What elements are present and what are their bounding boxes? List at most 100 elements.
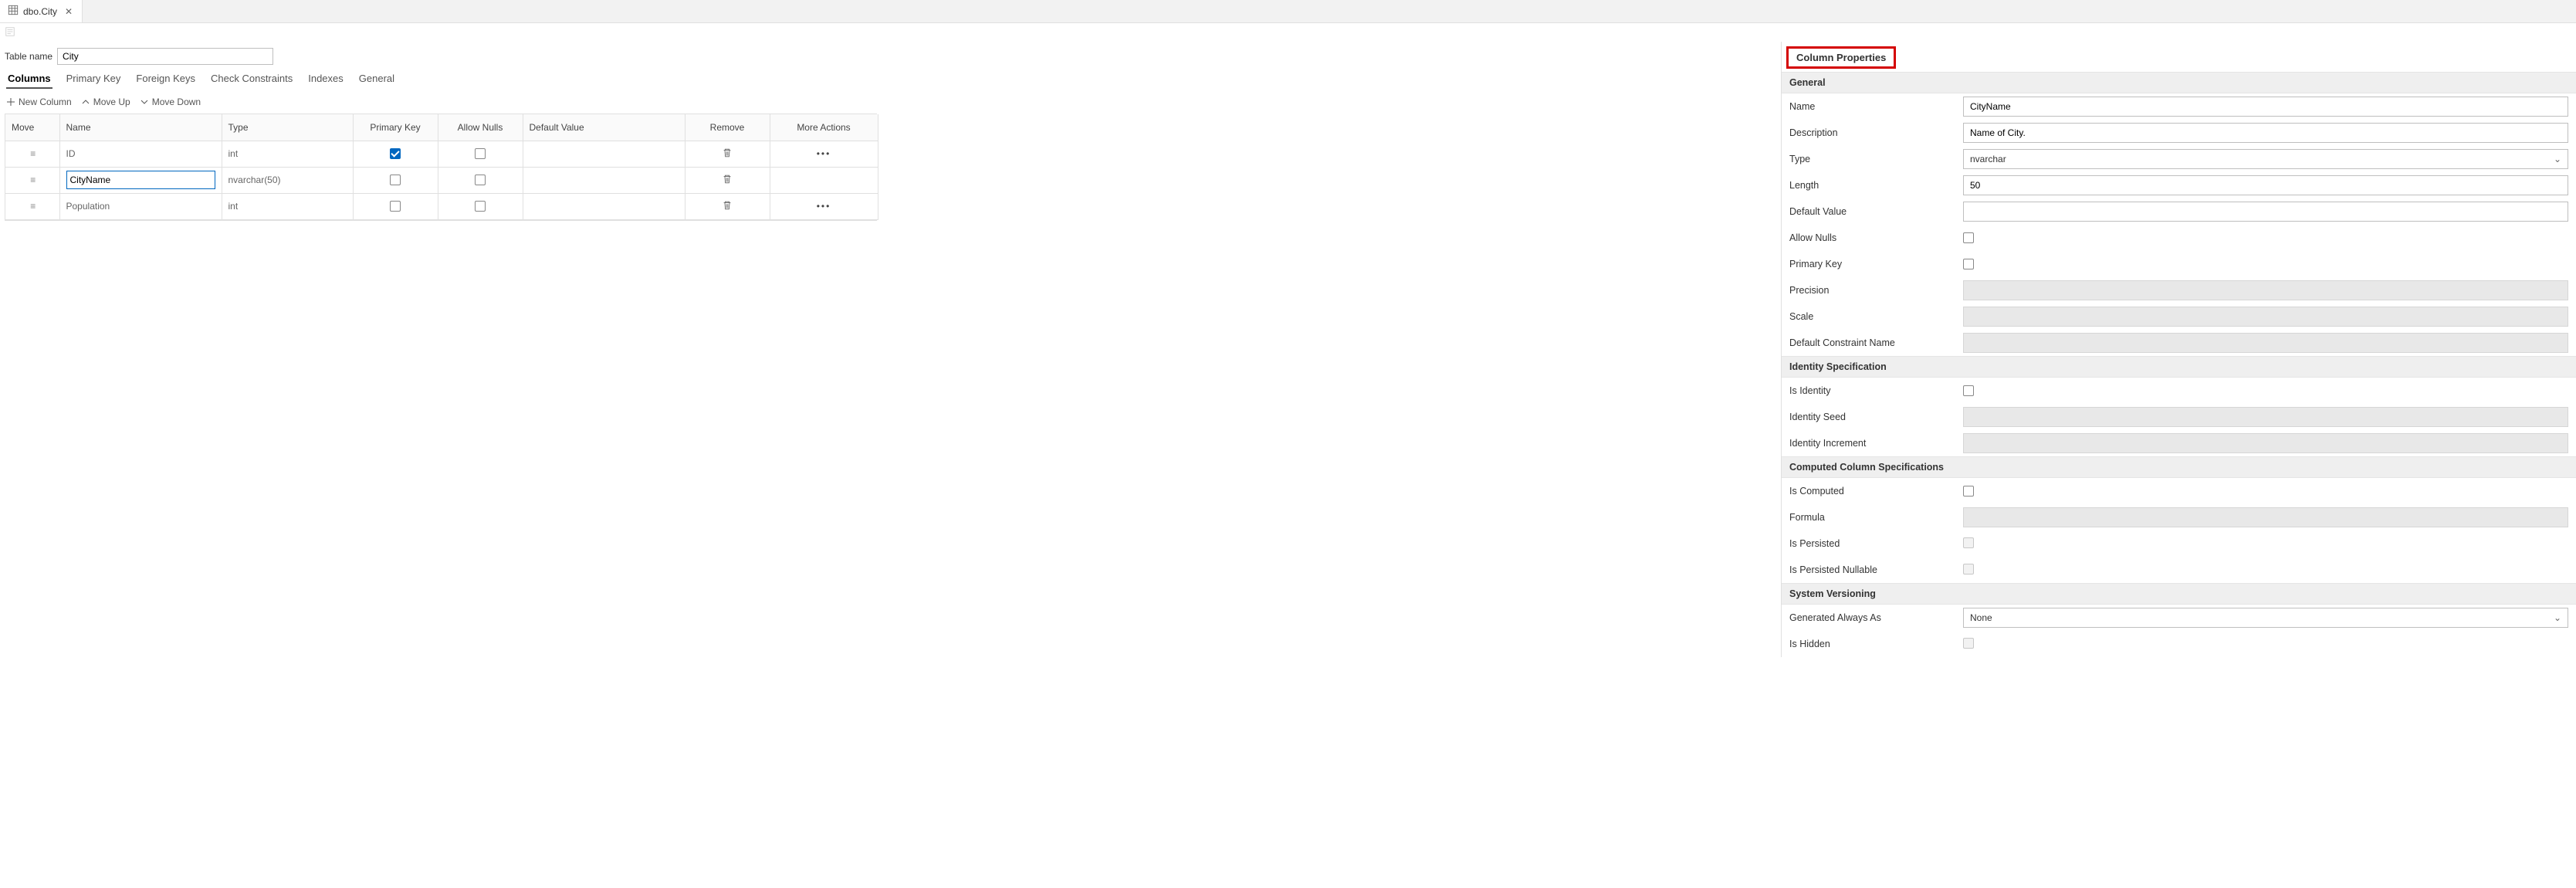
prop-row-name: Name <box>1782 93 2576 120</box>
prop-allowNulls-checkbox[interactable] <box>1963 232 1974 243</box>
delete-icon[interactable] <box>722 150 733 161</box>
column-name[interactable]: ID <box>66 148 76 159</box>
prop-row-isComputed: Is Computed <box>1782 478 2576 504</box>
more-actions-icon[interactable]: ••• <box>817 201 831 212</box>
prop-isPersistedNull-checkbox <box>1963 564 1974 574</box>
table-name-input[interactable] <box>57 48 273 65</box>
prop-name-input[interactable] <box>1963 97 2568 117</box>
hdr-name: Name <box>59 114 222 141</box>
prop-identityInc-input <box>1963 433 2568 453</box>
section-computed: Computed Column Specifications <box>1782 456 2576 478</box>
prop-row-description: Description <box>1782 120 2576 146</box>
editor-toolbar <box>0 23 2576 42</box>
prop-type-label: Type <box>1789 154 1963 164</box>
drag-handle-icon[interactable]: ≡ <box>30 148 34 159</box>
prop-row-formula: Formula <box>1782 504 2576 530</box>
prop-row-isPersistedNull: Is Persisted Nullable <box>1782 557 2576 583</box>
prop-description-label: Description <box>1789 127 1963 138</box>
close-icon[interactable]: ✕ <box>62 5 76 19</box>
allownulls-checkbox[interactable] <box>475 175 486 185</box>
drag-handle-icon[interactable]: ≡ <box>30 175 34 185</box>
section-identity: Identity Specification <box>1782 356 2576 378</box>
designer-tabs: Columns Primary Key Foreign Keys Check C… <box>5 69 1776 89</box>
prop-genAlwaysAs-select[interactable]: None⌄ <box>1963 608 2568 628</box>
prop-identitySeed-label: Identity Seed <box>1789 412 1963 422</box>
prop-precision-label: Precision <box>1789 285 1963 296</box>
panel-title: Column Properties <box>1786 46 1896 69</box>
prop-row-scale: Scale <box>1782 303 2576 330</box>
hdr-type: Type <box>222 114 353 141</box>
column-type[interactable]: nvarchar(50) <box>228 175 281 185</box>
pk-checkbox[interactable] <box>390 148 401 159</box>
prop-row-identityInc: Identity Increment <box>1782 430 2576 456</box>
column-name-input[interactable] <box>66 171 215 189</box>
column-type[interactable]: int <box>228 201 239 212</box>
hdr-default: Default Value <box>523 114 685 141</box>
designer-pane: Table name Columns Primary Key Foreign K… <box>0 42 1781 657</box>
pk-checkbox[interactable] <box>390 175 401 185</box>
prop-description-input[interactable] <box>1963 123 2568 143</box>
allownulls-checkbox[interactable] <box>475 201 486 212</box>
delete-icon[interactable] <box>722 176 733 187</box>
prop-identitySeed-input <box>1963 407 2568 427</box>
hdr-allownulls: Allow Nulls <box>438 114 523 141</box>
prop-isComputed-label: Is Computed <box>1789 486 1963 497</box>
script-icon[interactable] <box>5 26 15 39</box>
prop-row-length: Length <box>1782 172 2576 198</box>
column-type[interactable]: int <box>228 148 239 159</box>
prop-isIdentity-checkbox[interactable] <box>1963 385 1974 396</box>
table-icon <box>8 5 19 18</box>
prop-row-isPersisted: Is Persisted <box>1782 530 2576 557</box>
column-toolbar: New Column Move Up Move Down <box>5 93 1776 114</box>
delete-icon[interactable] <box>722 202 733 213</box>
columns-grid: Move Name Type Primary Key Allow Nulls D… <box>5 114 877 221</box>
pk-checkbox[interactable] <box>390 201 401 212</box>
prop-formula-label: Formula <box>1789 512 1963 523</box>
prop-length-input[interactable] <box>1963 175 2568 195</box>
move-up-button[interactable]: Move Up <box>81 97 130 107</box>
table-row[interactable]: ≡ Population int ••• <box>5 193 878 219</box>
allownulls-checkbox[interactable] <box>475 148 486 159</box>
prop-row-genAlwaysAs: Generated Always As None⌄ <box>1782 605 2576 631</box>
table-row[interactable]: ≡ ID int ••• <box>5 141 878 167</box>
tab-foreign-keys[interactable]: Foreign Keys <box>134 69 197 89</box>
tab-general[interactable]: General <box>357 69 396 89</box>
tab-check-constraints[interactable]: Check Constraints <box>209 69 294 89</box>
prop-scale-label: Scale <box>1789 311 1963 322</box>
hdr-move: Move <box>5 114 59 141</box>
prop-defConstraint-label: Default Constraint Name <box>1789 337 1963 348</box>
prop-name-label: Name <box>1789 101 1963 112</box>
grid-header-row: Move Name Type Primary Key Allow Nulls D… <box>5 114 878 141</box>
prop-isIdentity-label: Is Identity <box>1789 385 1963 396</box>
prop-defaultValue-input[interactable] <box>1963 202 2568 222</box>
prop-primaryKey-checkbox[interactable] <box>1963 259 1974 269</box>
hdr-more: More Actions <box>770 114 878 141</box>
prop-defaultValue-label: Default Value <box>1789 206 1963 217</box>
prop-primaryKey-label: Primary Key <box>1789 259 1963 269</box>
prop-genAlwaysAs-label: Generated Always As <box>1789 612 1963 623</box>
prop-isHidden-label: Is Hidden <box>1789 639 1963 649</box>
properties-pane: Column Properties General Name Descripti… <box>1781 42 2576 657</box>
drag-handle-icon[interactable]: ≡ <box>30 201 34 212</box>
prop-isComputed-checkbox[interactable] <box>1963 486 1974 497</box>
table-row[interactable]: ≡ nvarchar(50) <box>5 167 878 193</box>
move-down-label: Move Down <box>152 97 201 107</box>
hdr-remove: Remove <box>685 114 770 141</box>
prop-scale-input <box>1963 307 2568 327</box>
more-actions-icon[interactable]: ••• <box>817 148 831 159</box>
section-version: System Versioning <box>1782 583 2576 605</box>
tab-primary-key[interactable]: Primary Key <box>65 69 123 89</box>
prop-isHidden-checkbox <box>1963 638 1974 649</box>
tab-indexes[interactable]: Indexes <box>306 69 345 89</box>
prop-identityInc-label: Identity Increment <box>1789 438 1963 449</box>
new-column-button[interactable]: New Column <box>6 97 72 107</box>
prop-row-isIdentity: Is Identity <box>1782 378 2576 404</box>
prop-type-select[interactable]: nvarchar⌄ <box>1963 149 2568 169</box>
prop-allowNulls-label: Allow Nulls <box>1789 232 1963 243</box>
move-down-button[interactable]: Move Down <box>140 97 201 107</box>
chevron-down-icon: ⌄ <box>2554 154 2561 164</box>
column-name[interactable]: Population <box>66 201 110 212</box>
tab-dbo-city[interactable]: dbo.City ✕ <box>0 0 83 22</box>
tab-columns[interactable]: Columns <box>6 69 52 89</box>
prop-length-label: Length <box>1789 180 1963 191</box>
